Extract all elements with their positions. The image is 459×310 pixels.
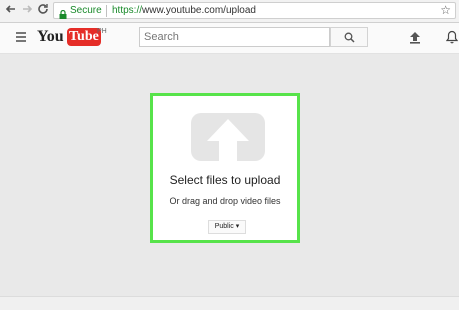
- country-code: PH: [97, 28, 107, 35]
- search-icon: [344, 32, 355, 43]
- logo-you: You: [37, 28, 64, 45]
- upload-subtitle: Or drag and drop video files: [169, 196, 281, 206]
- url-host: www.youtube.com/upload: [142, 5, 256, 16]
- upload-arrow-icon[interactable]: [191, 113, 265, 168]
- search-placeholder: Search: [144, 31, 179, 43]
- address-bar[interactable]: Secure https://www.youtube.com/upload ☆: [53, 2, 456, 19]
- secure-label: Secure: [70, 5, 102, 16]
- url-text[interactable]: https://www.youtube.com/upload: [112, 5, 256, 16]
- upload-panel[interactable]: Select files to upload Or drag and drop …: [150, 93, 300, 243]
- bell-icon[interactable]: [445, 30, 459, 49]
- privacy-selected: Public: [214, 223, 234, 230]
- reload-icon[interactable]: [36, 3, 50, 17]
- browser-toolbar: Secure https://www.youtube.com/upload ☆: [0, 0, 459, 23]
- chevron-down-icon: ▾: [235, 223, 240, 230]
- forward-icon[interactable]: [20, 3, 34, 17]
- address-divider: [106, 5, 107, 17]
- back-icon[interactable]: [4, 3, 18, 17]
- star-icon[interactable]: ☆: [440, 3, 451, 17]
- bottom-strip: [0, 296, 459, 310]
- upload-icon[interactable]: [409, 31, 421, 49]
- search-button[interactable]: [330, 27, 368, 47]
- upload-title: Select files to upload: [169, 173, 281, 187]
- privacy-dropdown[interactable]: Public ▾: [208, 220, 246, 234]
- youtube-header: You Tube PH Search: [0, 23, 459, 54]
- menu-icon[interactable]: [16, 32, 26, 44]
- lock-icon: [59, 6, 67, 24]
- logo-tube: Tube: [67, 28, 101, 46]
- url-protocol: https://: [112, 5, 143, 16]
- search-input[interactable]: Search: [139, 27, 330, 47]
